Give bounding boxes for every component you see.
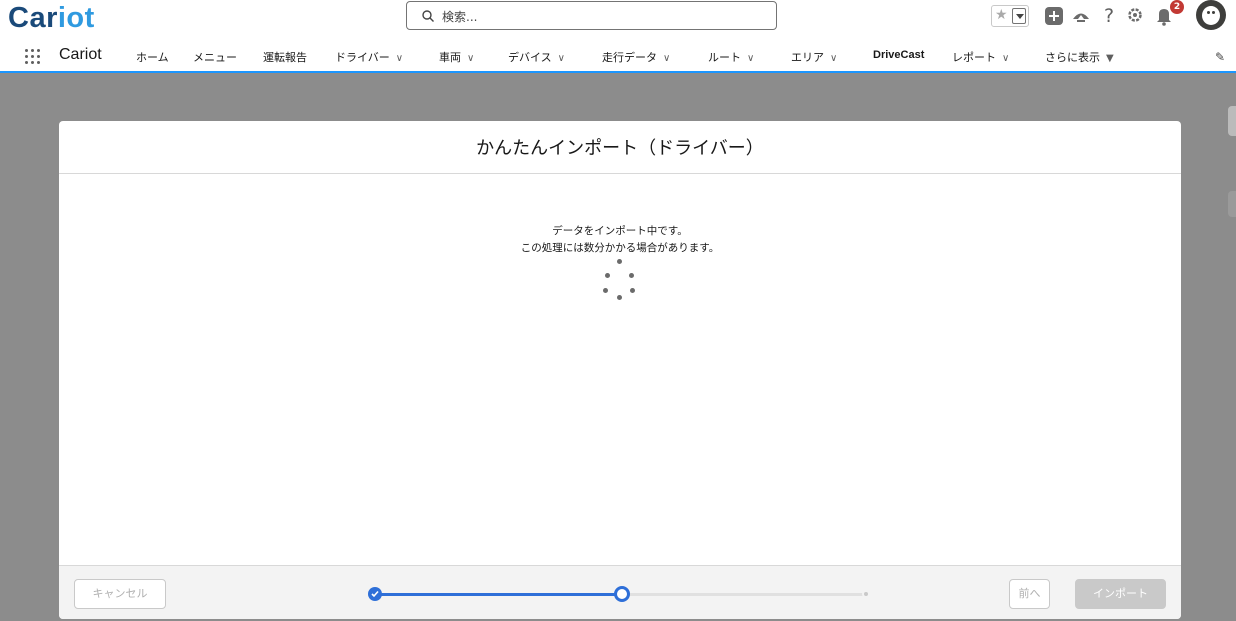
chevron-down-icon[interactable]: ∨ xyxy=(830,53,837,64)
progress-track-remaining xyxy=(622,593,867,596)
search-icon xyxy=(422,10,434,22)
import-modal: かんたんインポート（ドライバー） データをインポート中です。 この処理には数分か… xyxy=(59,121,1181,619)
nav-item-home[interactable]: ホーム xyxy=(136,49,169,65)
modal-title: かんたんインポート（ドライバー） xyxy=(476,138,764,158)
notification-count-badge: 2 xyxy=(1170,0,1184,14)
progress-step-1-complete xyxy=(368,587,382,601)
chevron-down-icon[interactable]: ∨ xyxy=(558,53,565,64)
progress-step-2-current xyxy=(614,586,630,602)
search-placeholder: 検索... xyxy=(442,10,478,24)
nav-item-driving-report[interactable]: 運転報告 xyxy=(263,49,307,65)
nav-item-vehicles[interactable]: 車両 ∨ xyxy=(439,49,474,65)
cariot-logo[interactable]: Cariot xyxy=(8,0,95,36)
app-navigation-bar: Cariot ホーム メニュー 運転報告 ドライバー ∨ 車両 ∨ デバイス ∨ 走行… xyxy=(0,40,1236,73)
nav-item-drivecast[interactable]: DriveCast xyxy=(873,49,924,61)
nav-item-areas[interactable]: エリア ∨ xyxy=(791,49,837,65)
star-icon: ★ xyxy=(995,7,1008,23)
app-launcher-icon[interactable] xyxy=(25,49,41,65)
modal-header: かんたんインポート（ドライバー） xyxy=(59,121,1181,174)
edit-nav-pencil-icon[interactable]: ✎ xyxy=(1215,50,1225,64)
modal-footer: キャンセル 前へ インポート xyxy=(59,565,1181,619)
global-search-input[interactable]: 検索... xyxy=(406,1,777,30)
background-scroll-handle xyxy=(1228,191,1236,217)
chevron-down-icon[interactable]: ∨ xyxy=(1002,53,1009,64)
chevron-down-icon[interactable]: ∨ xyxy=(396,53,403,64)
import-button[interactable]: インポート xyxy=(1075,579,1166,609)
chevron-down-icon[interactable]: ∨ xyxy=(467,53,474,64)
background-scroll-handle xyxy=(1228,106,1236,136)
global-actions-icon[interactable] xyxy=(1045,7,1063,25)
loading-spinner xyxy=(601,259,639,303)
progress-track-complete xyxy=(379,593,622,596)
help-icon[interactable]: ? xyxy=(1099,6,1119,26)
previous-button[interactable]: 前へ xyxy=(1009,579,1050,609)
nav-item-reports[interactable]: レポート ∨ xyxy=(952,49,1009,65)
setup-gear-icon[interactable] xyxy=(1125,6,1145,26)
nav-item-more[interactable]: さらに表示 ▼ xyxy=(1045,49,1114,65)
import-wait-message: この処理には数分かかる場合があります。 xyxy=(520,242,720,254)
nav-item-drivers[interactable]: ドライバー ∨ xyxy=(335,49,403,65)
chevron-down-icon[interactable]: ∨ xyxy=(663,53,670,64)
favorites-dropdown-icon[interactable] xyxy=(1012,8,1026,24)
avatar-face xyxy=(1202,6,1220,25)
nav-item-devices[interactable]: デバイス ∨ xyxy=(508,49,565,65)
nav-item-trip-data[interactable]: 走行データ ∨ xyxy=(602,49,670,65)
chevron-down-icon[interactable]: ∨ xyxy=(747,53,754,64)
import-status-message: データをインポート中です。 xyxy=(552,225,688,237)
nav-item-menu[interactable]: メニュー xyxy=(193,49,237,65)
app-name: Cariot xyxy=(59,46,102,63)
caret-down-icon[interactable]: ▼ xyxy=(1106,53,1114,64)
cancel-button[interactable]: キャンセル xyxy=(74,579,166,609)
nav-item-routes[interactable]: ルート ∨ xyxy=(708,49,754,65)
progress-step-3-pending xyxy=(862,590,870,598)
user-avatar[interactable] xyxy=(1196,0,1226,30)
favorites-button[interactable]: ★ xyxy=(991,5,1029,27)
global-header: Cariot 検索... ★ ? 2 xyxy=(0,0,1236,40)
trailhead-icon[interactable] xyxy=(1071,6,1091,26)
checkmark-icon xyxy=(371,590,379,598)
